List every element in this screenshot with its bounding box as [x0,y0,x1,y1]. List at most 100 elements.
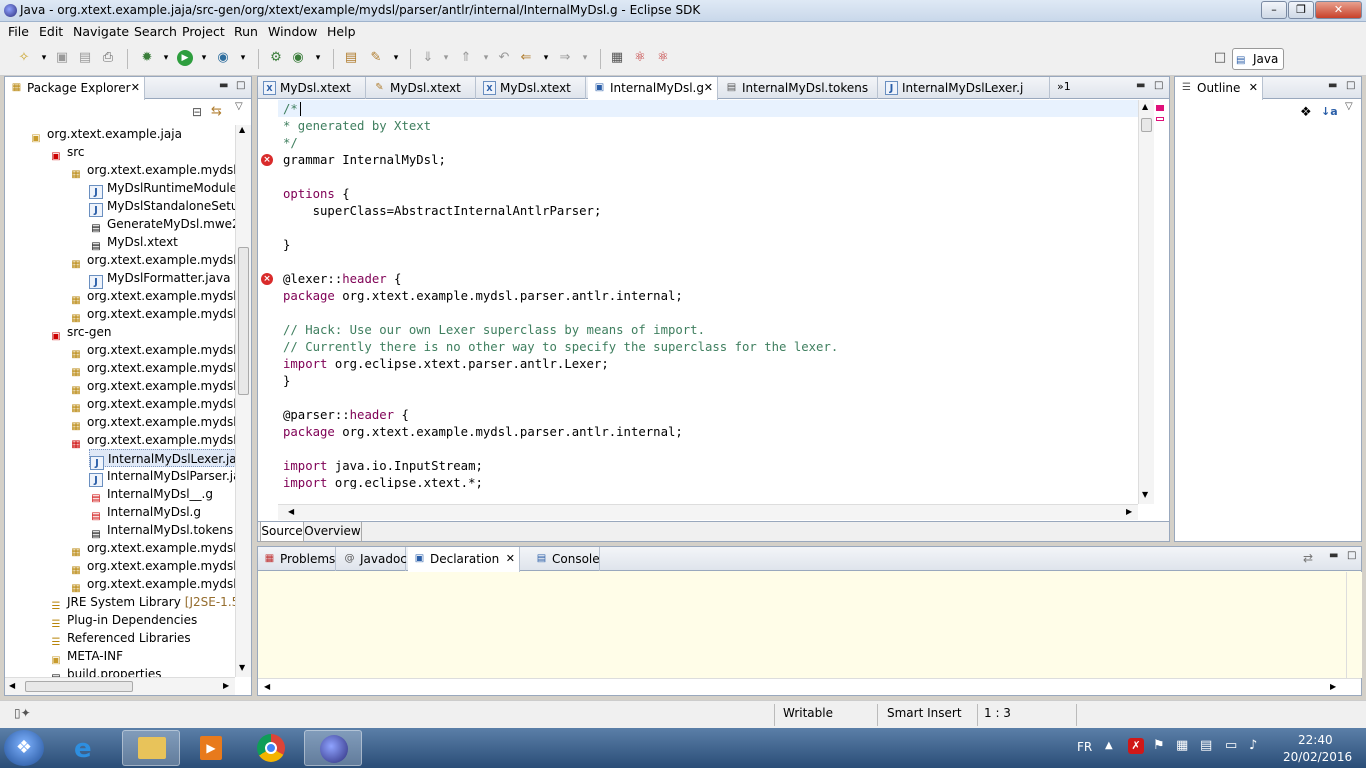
tab-internalmydsl-tokens[interactable]: ▤ InternalMyDsl.tokens [720,77,878,99]
tab-source[interactable]: Source [260,522,304,542]
previous-annotation-icon[interactable]: ⇑ [458,50,474,66]
scroll-up-icon[interactable]: ▲ [1142,102,1148,111]
network-icon[interactable]: ▭ [1225,738,1237,753]
previous-annotation-dropdown-icon[interactable]: ▾ [478,50,494,66]
tree-item[interactable]: ▦org.xtext.example.mydsl.my [69,395,235,414]
scroll-right-icon[interactable]: ▶ [223,681,229,690]
save-icon[interactable]: ▣ [54,50,70,66]
menu-help[interactable]: Help [327,24,356,39]
antivirus-icon[interactable]: ✗ [1128,738,1144,754]
back-icon[interactable]: ⇐ [518,50,534,66]
print-icon[interactable]: ⎙ [100,50,116,66]
volume-icon[interactable]: ♪ [1249,738,1257,753]
scroll-right-icon[interactable]: ▶ [1126,507,1132,516]
tree-item[interactable]: ▤ InternalMyDsl__.g [89,485,213,504]
view-menu-icon[interactable]: ▽ [1345,101,1353,112]
next-annotation-dropdown-icon[interactable]: ▾ [438,50,454,66]
link-with-editor-icon[interactable]: ⇆ [211,104,222,119]
run-icon[interactable]: ▶ [177,50,193,66]
tree-item[interactable]: ▦ org.xtext.example.mydsl [69,161,235,180]
tree-item[interactable]: ▦org.xtext.example.mydsl.par [69,413,235,432]
device-icon[interactable]: ▤ [1200,738,1212,753]
external-dropdown-icon[interactable]: ▾ [235,50,251,66]
tree-item[interactable]: ▤ InternalMyDsl.tokens [89,521,233,540]
menu-window[interactable]: Window [268,24,317,39]
tab-javadoc[interactable]: @ Javadoc [338,547,407,571]
collapse-all-icon[interactable]: ⊟ [192,105,202,119]
new-icon[interactable]: ✧ [16,50,32,66]
chrome-taskbar-button[interactable] [242,730,300,766]
tab-overview[interactable]: Overview [304,522,362,542]
fast-view-icon[interactable]: ▯✦ [14,706,31,720]
tree-item[interactable]: J MyDslFormatter.java [89,269,230,289]
tree-item[interactable]: ☰ Plug-in Dependencies [49,611,198,630]
new-java-project-icon[interactable]: ⚙ [268,50,284,66]
maximize-view-icon[interactable]: □ [236,80,245,91]
tab-problems[interactable]: ▦ Problems [258,547,336,571]
new-dropdown-icon[interactable]: ▾ [36,50,52,66]
tab-mydsl-xtext-1[interactable]: X MyDsl.xtext [258,77,366,99]
tree-item[interactable]: JInternalMyDslLexer.java [89,449,235,470]
sort-icon[interactable]: ↓a [1321,105,1338,118]
scroll-thumb[interactable] [238,247,249,395]
menu-project[interactable]: Project [182,24,225,39]
minimize-view-icon[interactable]: ▬ [1328,80,1337,91]
export-icon[interactable]: ⚛ [632,50,648,66]
collapse-all-icon[interactable]: ❖ [1300,105,1312,120]
minimize-view-icon[interactable]: ▬ [1329,550,1338,561]
tree-item[interactable]: ▦ org.xtext.example.mydsl.for [69,251,235,270]
editor-hscrollbar[interactable]: ◀ ▶ [278,504,1138,520]
tab-package-explorer[interactable]: ▦ Package Explorer ✕ [5,77,145,100]
tree-item[interactable]: ▣ META-INF [49,647,123,666]
start-button[interactable]: ❖ [4,730,44,766]
minimize-button[interactable]: – [1261,1,1287,19]
toggle-mark-occurrences-icon[interactable]: ▦ [609,50,625,66]
search-dropdown-icon[interactable]: ▾ [388,50,404,66]
back-dropdown-icon[interactable]: ▾ [538,50,554,66]
file-explorer-taskbar-button[interactable] [122,730,180,766]
close-icon[interactable]: ✕ [506,547,515,571]
tree-item[interactable]: ▦ org.xtext.example.mydsl [69,341,235,360]
scroll-up-icon[interactable]: ▲ [239,125,245,134]
scroll-left-icon[interactable]: ◀ [9,681,15,690]
forward-dropdown-icon[interactable]: ▾ [577,50,593,66]
close-icon[interactable]: ✕ [1249,77,1258,99]
tree-item[interactable]: ▦org.xtext.example.mydsl.val [69,305,235,324]
last-edit-location-icon[interactable]: ↶ [496,50,512,66]
new-class-dropdown-icon[interactable]: ▾ [310,50,326,66]
language-indicator[interactable]: FR [1077,740,1092,754]
action-center-flag-icon[interactable]: ⚑ [1153,738,1165,753]
next-annotation-icon[interactable]: ⇓ [420,50,436,66]
tab-mydsl-xtext-2[interactable]: ✎ MyDsl.xtext [368,77,476,99]
search-icon[interactable]: ✎ [368,50,384,66]
java-perspective-button[interactable]: ▤ Java [1232,48,1284,70]
menu-file[interactable]: File [8,24,29,39]
tree-item[interactable]: ☰JRE System Library[J2SE-1.5] [49,593,235,612]
error-overview-marker[interactable] [1156,117,1164,121]
tree-item[interactable]: JMyDslStandaloneSetup.j [89,197,235,217]
show-hidden-icons-icon[interactable]: ▲ [1105,740,1113,751]
maximize-view-icon[interactable]: □ [1346,80,1355,91]
open-declaration-icon[interactable]: ⇄ [1303,551,1313,565]
open-perspective-icon[interactable]: □ [1212,50,1228,66]
clock-time[interactable]: 22:40 [1298,733,1333,747]
tree-item[interactable]: ▦org.xtext.example.mydsl.par [69,539,235,558]
clock-date[interactable]: 20/02/2016 [1283,750,1352,764]
debug-icon[interactable]: ✹ [139,50,155,66]
tree-item[interactable]: ▣ org.xtext.example.jaja [29,125,182,144]
editor-vscrollbar[interactable]: ▲ ▼ [1138,100,1154,504]
close-icon[interactable]: ✕ [704,77,713,99]
import-icon[interactable]: ⚛ [655,50,671,66]
windows-icon[interactable]: ▦ [1176,738,1188,753]
external-tools-icon[interactable]: ◉ [215,50,231,66]
tree-item[interactable]: ▤build.properties [49,665,161,677]
tree-item[interactable]: ▣ src [49,143,84,162]
scroll-left-icon[interactable]: ◀ [264,682,270,691]
declaration-vscrollbar[interactable] [1346,572,1362,678]
tree-item[interactable]: ▦org.xtext.example.mydsl.val [69,575,235,594]
scroll-down-icon[interactable]: ▼ [239,663,245,672]
new-package-icon[interactable]: ◉ [290,50,306,66]
tab-outline[interactable]: ☰ Outline ✕ [1175,77,1263,100]
save-all-icon[interactable]: ▤ [77,50,93,66]
tree-item[interactable]: JInternalMyDslParser.java [89,467,235,487]
